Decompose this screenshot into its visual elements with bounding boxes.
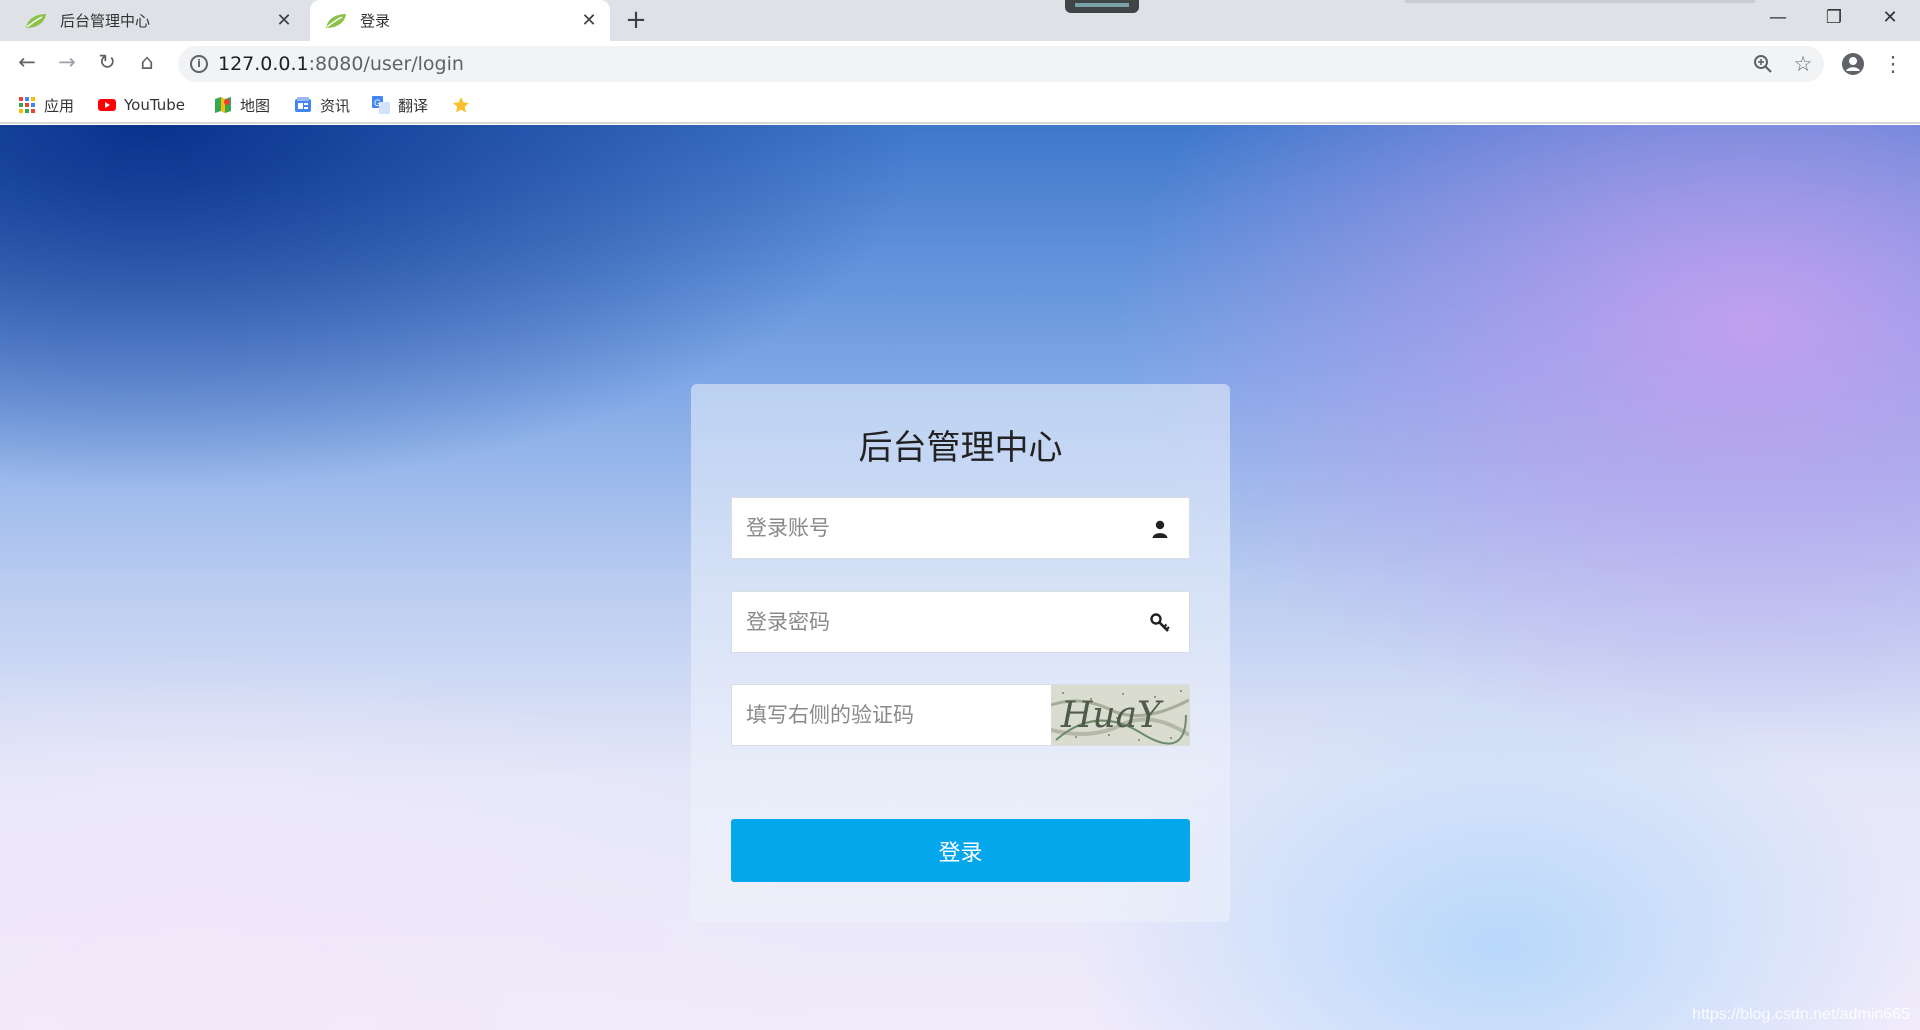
bookmark-maps[interactable]: 地图: [214, 92, 270, 118]
tab-login[interactable]: 登录 ✕: [310, 0, 610, 41]
captcha-text: HuaY: [1060, 695, 1164, 736]
tab-admin-center[interactable]: 后台管理中心 ✕: [10, 0, 305, 41]
maps-icon: [215, 97, 231, 113]
forward-arrow-icon[interactable]: →: [52, 47, 82, 77]
captcha-image[interactable]: HuaY: [1051, 685, 1189, 745]
minimize-button[interactable]: —: [1750, 0, 1806, 38]
page-title: 后台管理中心: [858, 428, 1063, 468]
site-info-icon[interactable]: i: [190, 55, 208, 73]
spring-leaf-icon: [26, 13, 46, 28]
bookmark-label: 资讯: [320, 96, 351, 115]
close-window-button[interactable]: ✕: [1862, 0, 1918, 38]
bookmark-translate[interactable]: G 翻译: [372, 92, 428, 118]
bookmark-label: 翻译: [398, 96, 429, 115]
news-icon: [295, 97, 311, 112]
bookmarks-bar: [0, 86, 1920, 124]
username-field: [731, 497, 1190, 559]
login-card: 后台管理中心 HuaY 登录: [691, 384, 1230, 922]
home-icon[interactable]: ⌂: [132, 47, 162, 77]
profile-avatar-icon[interactable]: [1838, 49, 1868, 79]
overlay-shadow: [1405, 0, 1755, 3]
translate-icon: G: [372, 96, 390, 114]
close-tab-icon[interactable]: ✕: [574, 10, 604, 31]
close-tab-icon[interactable]: ✕: [269, 10, 299, 31]
youtube-icon: [98, 99, 116, 111]
password-field: [731, 591, 1190, 653]
tab-title: 登录: [360, 12, 391, 30]
notch-indicator: [1075, 3, 1129, 7]
bookmark-label: YouTube: [124, 96, 185, 114]
user-icon: [1152, 520, 1168, 538]
bookmark-apps[interactable]: 应用: [18, 92, 74, 118]
login-button[interactable]: 登录: [731, 819, 1190, 882]
spring-leaf-icon: [326, 13, 346, 28]
restore-button[interactable]: ❐: [1806, 0, 1862, 38]
back-arrow-icon[interactable]: ←: [12, 47, 42, 77]
svg-text:G: G: [374, 98, 381, 108]
tab-title: 后台管理中心: [60, 12, 151, 30]
menu-kebab-icon[interactable]: ⋮: [1878, 49, 1908, 79]
url-host: 127.0.0.1: [218, 53, 309, 75]
captcha-field: HuaY: [731, 684, 1190, 746]
bookmark-youtube[interactable]: YouTube: [98, 92, 185, 118]
bookmark-label: 地图: [240, 96, 271, 115]
bookmark-news[interactable]: 资讯: [294, 92, 350, 118]
star-bookmark-icon: [453, 97, 469, 113]
username-input[interactable]: [732, 498, 1189, 558]
bookmark-starred[interactable]: [452, 92, 478, 118]
password-input[interactable]: [732, 592, 1189, 652]
reload-icon[interactable]: ↻: [92, 47, 122, 77]
zoom-icon[interactable]: [1748, 49, 1778, 79]
key-icon: [1150, 613, 1170, 632]
apps-grid-icon: [19, 97, 35, 113]
new-tab-button[interactable]: +: [622, 6, 650, 34]
bookmark-star-icon[interactable]: ☆: [1788, 49, 1818, 79]
url-path: :8080/user/login: [308, 53, 464, 75]
login-page-background: 后台管理中心 HuaY 登录: [0, 125, 1920, 1030]
watermark-text: https://blog.csdn.net/admin665: [1692, 1006, 1910, 1023]
bookmark-label: 应用: [44, 96, 75, 115]
url-text[interactable]: 127.0.0.1:8080/user/login: [218, 51, 464, 77]
